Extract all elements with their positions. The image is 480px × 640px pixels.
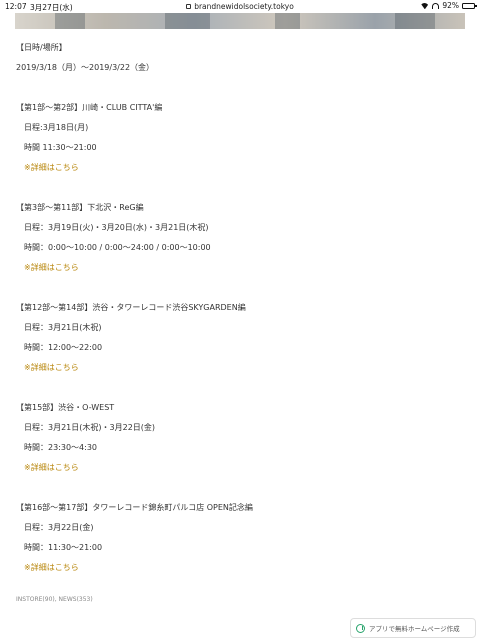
section-title: 【第3部〜第11部】下北沢・ReG編 (16, 203, 144, 212)
status-bar: 12:07 3月27日(水) brandnewidolsociety.tokyo… (0, 0, 480, 13)
headphones-icon (432, 2, 440, 9)
date-place-heading: 【日時/場所】 (16, 43, 67, 52)
lock-icon (186, 4, 192, 9)
wifi-icon (420, 2, 429, 9)
section-time: 時間：0:00〜10:00 / 0:00〜24:00 / 0:00〜10:00 (24, 243, 211, 252)
section-title: 【第16部〜第17部】タワーレコード錦糸町パルコ店 OPEN記念編 (16, 503, 253, 512)
status-icons: 92% (420, 1, 477, 10)
section-time: 時間：12:00〜22:00 (24, 343, 103, 352)
section-date: 日程：3月21日(木祝)・3月22日(金) (24, 423, 156, 432)
post-tags[interactable]: INSTORE(90), NEWS(353) (16, 596, 93, 603)
section-time: 時間：23:30〜4:30 (24, 443, 98, 452)
details-link[interactable]: ※詳細はこちら (24, 362, 79, 373)
details-link[interactable]: ※詳細はこちら (24, 162, 79, 173)
section-date: 日程：3月22日(金) (24, 523, 94, 532)
details-link[interactable]: ※詳細はこちら (24, 262, 79, 273)
address-bar[interactable]: brandnewidolsociety.tokyo (0, 2, 480, 11)
section-title: 【第15部】渋谷・O-WEST (16, 403, 115, 412)
section-title: 【第12部〜第14部】渋谷・タワーレコード渋谷SKYGARDEN編 (16, 303, 246, 312)
app-promo-badge[interactable]: アプリで無料ホームページ作成 (350, 618, 476, 638)
battery-icon (462, 2, 477, 9)
section-time: 時間 11:30〜21:00 (24, 143, 97, 152)
details-link[interactable]: ※詳細はこちら (24, 562, 79, 573)
app-promo-label: アプリで無料ホームページ作成 (369, 625, 460, 633)
section-time: 時間：11:30〜21:00 (24, 543, 103, 552)
details-link[interactable]: ※詳細はこちら (24, 462, 79, 473)
battery-percent: 92% (442, 1, 459, 10)
app-logo-icon (356, 623, 365, 633)
hero-image (15, 13, 465, 29)
date-range: 2019/3/18（月）〜2019/3/22（金） (16, 63, 155, 72)
section-date: 日程：3月19日(火)・3月20日(水)・3月21日(木祝) (24, 223, 209, 232)
address-url: brandnewidolsociety.tokyo (194, 2, 294, 11)
section-date: 日程:3月18日(月) (24, 123, 89, 132)
section-title: 【第1部〜第2部】川崎・CLUB CITTA'編 (16, 103, 163, 112)
section-date: 日程：3月21日(木祝) (24, 323, 102, 332)
